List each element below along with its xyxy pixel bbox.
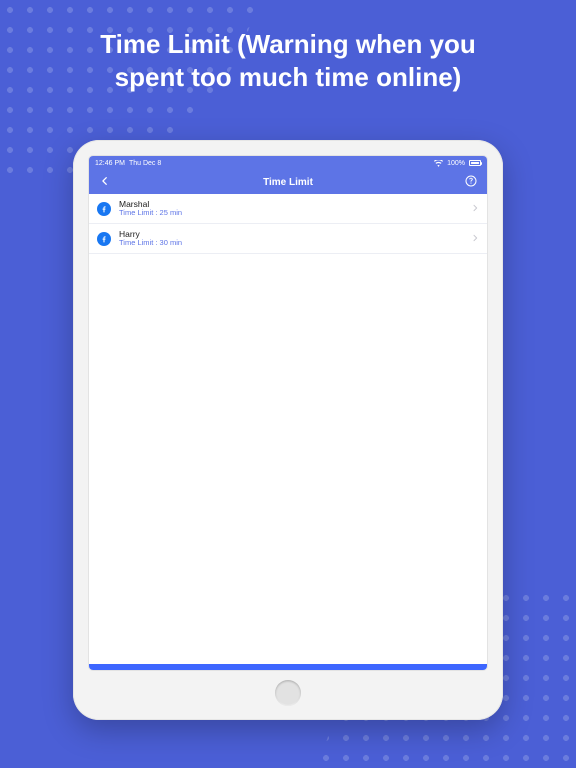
wifi-icon [434, 160, 443, 167]
facebook-icon [97, 232, 111, 246]
chevron-right-icon [471, 230, 479, 248]
list-item[interactable]: Harry Time Limit : 30 min [89, 224, 487, 254]
empty-content-area [89, 254, 487, 664]
battery-percent: 100% [447, 160, 465, 167]
promo-background: Time Limit (Warning when you spent too m… [0, 0, 576, 768]
nav-title: Time Limit [263, 177, 313, 188]
status-time: 12:46 PM [95, 160, 125, 167]
list-item-text: Harry Time Limit : 30 min [119, 230, 471, 248]
list-item-text: Marshal Time Limit : 25 min [119, 200, 471, 218]
list-item[interactable]: Marshal Time Limit : 25 min [89, 194, 487, 224]
tablet-screen: 12:46 PM Thu Dec 8 100% [89, 156, 487, 670]
facebook-icon [97, 202, 111, 216]
home-button[interactable] [275, 680, 301, 706]
help-icon [465, 175, 477, 190]
status-bar: 12:46 PM Thu Dec 8 100% [89, 156, 487, 170]
back-button[interactable] [95, 170, 115, 194]
chevron-left-icon [100, 175, 110, 190]
nav-bar: Time Limit [89, 170, 487, 194]
help-button[interactable] [461, 170, 481, 194]
time-limit-label: Time Limit : 25 min [119, 209, 471, 217]
headline-line-2: spent too much time online) [115, 62, 462, 92]
headline-line-1: Time Limit (Warning when you [100, 29, 476, 59]
tablet-frame: 12:46 PM Thu Dec 8 100% [73, 140, 503, 720]
status-right: 100% [434, 160, 481, 167]
promo-headline: Time Limit (Warning when you spent too m… [0, 0, 576, 93]
account-list: Marshal Time Limit : 25 min Harry Time L… [89, 194, 487, 254]
battery-icon [469, 160, 481, 166]
status-left: 12:46 PM Thu Dec 8 [95, 160, 161, 167]
chevron-right-icon [471, 200, 479, 218]
status-date: Thu Dec 8 [129, 160, 161, 167]
bottom-accent-bar [89, 664, 487, 670]
time-limit-label: Time Limit : 30 min [119, 239, 471, 247]
